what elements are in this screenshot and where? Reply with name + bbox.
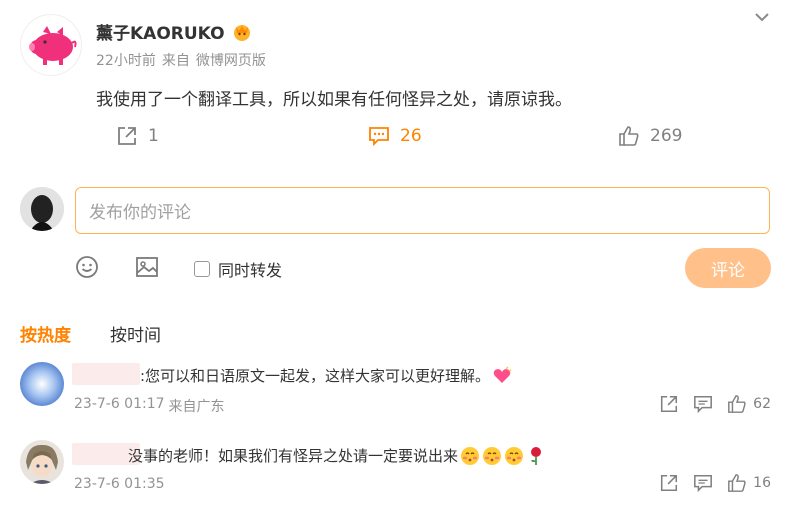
sky-avatar-image <box>20 362 64 406</box>
thumbs-up-icon <box>728 395 746 413</box>
thumbs-up-icon <box>619 126 639 146</box>
thumbs-up-icon <box>728 474 746 492</box>
reply-icon[interactable] <box>693 394 713 414</box>
sort-by-time-tab[interactable]: 按时间 <box>110 321 161 346</box>
heart-emoji-icon <box>493 365 512 383</box>
blush-emoji-icon <box>505 446 524 465</box>
source-prefix: 来自 <box>161 53 190 69</box>
image-icon[interactable] <box>134 254 160 280</box>
comment-text: :您可以和日语原文一起发，这样大家可以更好理解。 <box>140 367 491 385</box>
comment-actions: 62 <box>659 394 771 414</box>
comment-button[interactable]: 26 <box>368 125 422 147</box>
forward-count: 1 <box>148 126 159 146</box>
post-text: 我使用了一个翻译工具，所以如果有任何怪异之处，请原谅我。 <box>96 90 572 110</box>
chevron-down-icon[interactable] <box>753 10 771 24</box>
reply-icon[interactable] <box>693 473 713 493</box>
like-count: 269 <box>650 126 683 146</box>
commenter-avatar[interactable] <box>20 440 64 484</box>
like-button[interactable]: 269 <box>618 125 682 147</box>
comment-text-row: 没事的老师！如果我们有怪异之处请一定要说出来 <box>128 445 546 466</box>
comment-placeholder: 发布你的评论 <box>89 203 191 223</box>
forward-button[interactable]: 1 <box>116 125 159 147</box>
comment-text: 没事的老师！如果我们有怪异之处请一定要说出来 <box>128 447 459 465</box>
comment-icon <box>369 127 389 147</box>
comment-count: 26 <box>400 126 422 146</box>
comment-date: 23-7-6 01:35 <box>74 476 165 492</box>
share-icon[interactable] <box>659 394 679 414</box>
commenter-name-hidden[interactable] <box>72 363 140 385</box>
comment-source: 来自广东 <box>168 399 225 415</box>
comment-like-count: 62 <box>753 396 771 412</box>
blush-emoji-icon <box>461 446 480 465</box>
sort-by-hot-tab[interactable]: 按热度 <box>20 321 71 346</box>
anime-avatar-image <box>20 440 64 484</box>
author-name-row: 薰子KAORUKO <box>96 19 253 44</box>
share-icon <box>118 127 136 145</box>
comment-input[interactable]: 发布你的评论 <box>75 187 770 234</box>
comment-like-button[interactable]: 62 <box>727 394 771 414</box>
comment-like-button[interactable]: 16 <box>727 473 771 493</box>
submit-comment-button[interactable]: 评论 <box>685 248 771 288</box>
rose-emoji-icon <box>531 446 542 465</box>
pink-pig-logo <box>29 26 77 65</box>
comment-date: 23-7-6 01:17 <box>74 396 165 412</box>
commenter-avatar[interactable] <box>20 362 64 406</box>
author-name[interactable]: 薰子KAORUKO <box>96 19 225 44</box>
blush-emoji-icon <box>483 446 502 465</box>
post-time[interactable]: 22小时前 <box>96 50 156 70</box>
vip-crown-icon[interactable] <box>231 22 253 42</box>
post-meta: 22小时前 来自 微博网页版 <box>96 50 266 70</box>
user-avatar-image <box>20 187 64 231</box>
share-icon[interactable] <box>659 473 679 493</box>
author-avatar[interactable] <box>20 14 82 76</box>
comment-meta: 23-7-6 01:17 来自广东 <box>74 396 225 416</box>
comment-meta: 23-7-6 01:35 <box>74 476 169 492</box>
repost-toggle[interactable]: 同时转发 <box>194 257 282 281</box>
comment-like-count: 16 <box>753 475 771 491</box>
comment-text-row: :您可以和日语原文一起发，这样大家可以更好理解。 <box>140 365 512 386</box>
post-source: 微博网页版 <box>195 53 266 69</box>
my-avatar[interactable] <box>20 187 64 231</box>
repost-label: 同时转发 <box>218 261 283 280</box>
emoji-icon[interactable] <box>74 254 100 280</box>
comment-actions: 16 <box>659 473 771 493</box>
repost-checkbox[interactable] <box>194 261 210 277</box>
